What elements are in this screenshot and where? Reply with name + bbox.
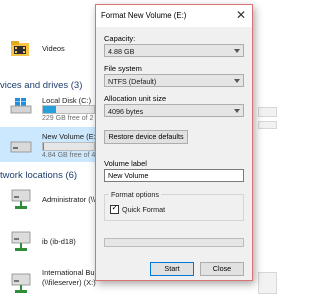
- capacity-value: 4.88 GB: [108, 46, 135, 56]
- network-drive-icon: [11, 189, 31, 209]
- network-locations-label: twork locations (6): [0, 170, 78, 181]
- restore-device-defaults-button[interactable]: Restore device defaults: [104, 130, 188, 144]
- allocation-unit-dropdown[interactable]: 4096 bytes: [104, 104, 244, 117]
- right-drive-capacity-bar-partial-2: [258, 121, 277, 129]
- right-network-item-partial: [258, 272, 277, 294]
- close-button[interactable]: Close: [200, 262, 244, 276]
- volume-label-input[interactable]: [104, 169, 244, 182]
- devices-and-drives-header[interactable]: vices and drives (3): [0, 80, 82, 91]
- international-path: (\\fileserver) (X:): [42, 278, 96, 287]
- quick-format-checkbox[interactable]: ✓: [110, 203, 119, 214]
- chevron-down-icon: [234, 49, 240, 53]
- local-disk-c-capacity-bar: [42, 105, 95, 114]
- ib-label: ib (ib-d18): [42, 237, 76, 246]
- new-volume-e-capacity-fill: [43, 143, 45, 150]
- format-dialog: Format New Volume (E:) ✕ Capacity: 4.88 …: [95, 4, 253, 281]
- start-button[interactable]: Start: [150, 262, 194, 276]
- administrator-label: Administrator (\\: [42, 195, 95, 204]
- new-volume-e-capacity-bar: [42, 142, 95, 151]
- new-volume-e-free-space: 4.84 GB free of 4: [42, 152, 96, 159]
- close-icon[interactable]: ✕: [236, 8, 246, 22]
- network-location-administrator[interactable]: Administrator (\\: [0, 186, 95, 214]
- network-drive-icon: [11, 273, 31, 293]
- local-disk-c-capacity-fill: [43, 106, 56, 113]
- allocation-unit-label: Allocation unit size: [104, 94, 167, 103]
- format-options-group: Format options ✓ Quick Format: [104, 190, 244, 221]
- checkmark-icon: ✓: [111, 203, 119, 212]
- chevron-down-icon: [234, 109, 240, 113]
- filesystem-label: File system: [104, 64, 142, 73]
- dialog-titlebar[interactable]: Format New Volume (E:) ✕: [96, 5, 252, 27]
- format-progress-bar: [104, 238, 244, 247]
- local-disk-c-item[interactable]: Local Disk (C:) 229 GB free of 2: [0, 94, 95, 122]
- right-drive-capacity-bar-partial: [258, 107, 277, 117]
- local-disk-c-free-space: 229 GB free of 2: [42, 115, 94, 122]
- new-volume-e-item[interactable]: New Volume (E:) 4.84 GB free of 4: [0, 127, 99, 162]
- volume-label-label: Volume label: [104, 159, 147, 168]
- videos-folder-label: Videos: [42, 44, 65, 53]
- international-label: International Bu: [42, 268, 95, 277]
- allocation-unit-value: 4096 bytes: [108, 106, 144, 116]
- network-location-ib[interactable]: ib (ib-d18): [0, 228, 95, 256]
- devices-and-drives-label: vices and drives (3): [0, 80, 83, 91]
- capacity-label: Capacity:: [104, 34, 136, 43]
- network-location-international[interactable]: International Bu (\\fileserver) (X:): [0, 268, 96, 298]
- filesystem-value: NTFS (Default): [108, 76, 157, 86]
- network-locations-header[interactable]: twork locations (6): [0, 170, 77, 181]
- network-drive-icon: [11, 231, 31, 251]
- new-volume-e-label: New Volume (E:): [42, 132, 99, 141]
- dialog-title: Format New Volume (E:): [101, 11, 187, 20]
- capacity-dropdown[interactable]: 4.88 GB: [104, 44, 244, 57]
- windows-drive-icon: [10, 98, 32, 114]
- chevron-down-icon: [234, 79, 240, 83]
- local-disk-c-label: Local Disk (C:): [42, 96, 92, 105]
- videos-folder-item[interactable]: Videos: [10, 38, 95, 60]
- drive-icon: [10, 141, 32, 153]
- quick-format-label: Quick Format: [122, 205, 166, 214]
- videos-folder-icon: [11, 41, 29, 56]
- filesystem-dropdown[interactable]: NTFS (Default): [104, 74, 244, 87]
- format-options-label: Format options: [109, 190, 161, 199]
